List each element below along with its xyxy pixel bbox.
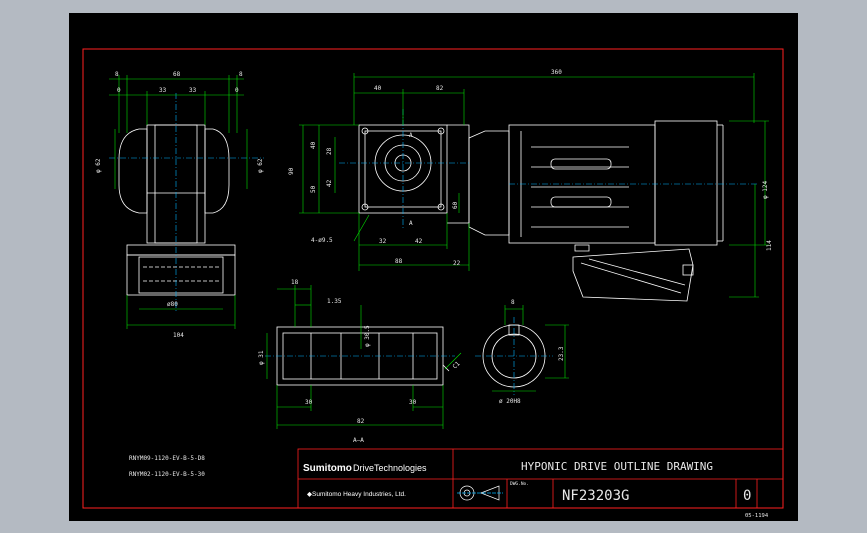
side-view-base-inner: [138, 256, 224, 294]
side-view: [118, 124, 236, 296]
side-view-left-lobe: [118, 128, 148, 214]
dim-front-82: 82: [436, 85, 444, 92]
dim-front-40: 40: [374, 85, 382, 92]
front-view-dimensions: [299, 73, 769, 298]
dim-section-dia31: φ 31: [258, 350, 265, 365]
sheet-code: 05-1194: [745, 513, 769, 519]
title-block: [297, 448, 784, 509]
dim-motor-dia: φ 124: [762, 181, 769, 199]
dim-top-33-b: 33: [189, 87, 197, 94]
dim-top-0-right: 0: [235, 87, 239, 94]
dim-top-68: 68: [173, 71, 181, 78]
bore-view-dim-text: 8 23.3 ø 20H8: [499, 299, 565, 405]
drawing-title: HYPONIC DRIVE OUTLINE DRAWING: [521, 460, 713, 473]
dim-front-60: 60: [452, 201, 459, 209]
terminal-box: [572, 248, 694, 302]
dim-top-8-left: 8: [115, 71, 119, 78]
dim-overall-360: 360: [551, 69, 562, 76]
dim-front-42: 42: [326, 179, 333, 187]
side-view-dim-text: 8 68 8 0 33 33 0 φ 62 φ 62 ø80 104: [95, 71, 264, 339]
dim-section-dia30: φ 30.5: [364, 325, 371, 347]
dim-front-50: 50: [310, 185, 317, 193]
dim-section-18: 18: [291, 279, 299, 286]
drawing-border: [82, 48, 784, 509]
dim-dia-62-left: φ 62: [95, 158, 102, 173]
part-number-2: RNYM02-1120-EV-B-5-30: [129, 471, 205, 478]
front-view: [358, 120, 724, 302]
dim-base-104: 104: [173, 332, 184, 339]
dim-section-30b: 30: [409, 399, 417, 406]
dim-section-82: 82: [357, 418, 365, 425]
company-name: ◆Sumitomo Heavy Industries, Ltd.: [307, 491, 406, 498]
side-view-base-top: [126, 244, 236, 256]
dim-front-88: 88: [395, 258, 403, 265]
dim-top-0-left: 0: [117, 87, 121, 94]
dim-front-28: 28: [326, 147, 333, 155]
drawing-sheet: 8 68 8 0 33 33 0 φ 62 φ 62 ø80 104 360 4…: [69, 13, 798, 521]
side-view-right-lobe: [204, 128, 230, 214]
motor-fan-cover: [654, 120, 718, 246]
projection-symbol: [457, 485, 503, 501]
dim-top-8-right: 8: [239, 71, 243, 78]
cad-viewport[interactable]: 8 68 8 0 33 33 0 φ 62 φ 62 ø80 104 360 4…: [0, 0, 867, 533]
drawing-canvas: 8 68 8 0 33 33 0 φ 62 φ 62 ø80 104 360 4…: [82, 48, 784, 519]
brand-main: Sumitomo: [303, 463, 352, 474]
dim-bore-8: 8: [511, 299, 515, 306]
adapter: [468, 130, 510, 236]
side-view-centerlines: [109, 93, 264, 313]
section-label-aa: A—A: [353, 437, 364, 444]
dim-motor-114: 114: [766, 240, 773, 251]
dim-front-holes: 4-ø9.5: [311, 237, 333, 244]
front-view-centerlines: [339, 109, 759, 229]
part-number-1: RNYM09-1120-EV-B-5-D8: [129, 455, 205, 462]
section-marker-a-bottom: A: [409, 220, 413, 227]
section-view-dim-text: 18 1.35 φ 30.5 φ 31 30 30 82 C1 A—A: [258, 279, 462, 444]
dwg-no-label: DWG.No.: [510, 481, 529, 487]
dim-base-80: ø80: [167, 301, 178, 308]
section-view-dimensions: [266, 285, 462, 429]
dim-front-32: 32: [379, 238, 387, 245]
motor-nameplate: [550, 158, 612, 170]
front-view-dim-text: 360 40 82 90 40 28 50 42 60 32 42 88 22 …: [288, 69, 773, 267]
revision: 0: [743, 488, 751, 504]
dim-dia-62-right: φ 62: [257, 158, 264, 173]
dim-section-30a: 30: [305, 399, 313, 406]
dim-section-135: 1.35: [327, 298, 342, 305]
bore-view-centerlines: [475, 317, 553, 395]
dim-front-90: 90: [288, 167, 295, 175]
dim-bore-233: 23.3: [558, 346, 565, 361]
dim-section-c1: C1: [451, 360, 461, 370]
dim-bore-dia: ø 20H8: [499, 398, 521, 405]
dim-front-42b: 42: [415, 238, 423, 245]
dim-front-40b: 40: [310, 141, 317, 149]
side-view-base: [126, 254, 236, 296]
drawing-number: NF23203G: [562, 488, 629, 504]
dim-top-33-a: 33: [159, 87, 167, 94]
dim-front-22: 22: [453, 260, 461, 267]
brand-sub: DriveTechnologies: [353, 463, 427, 473]
motor-foot: [574, 244, 590, 252]
section-marker-a-top: A: [409, 132, 413, 139]
